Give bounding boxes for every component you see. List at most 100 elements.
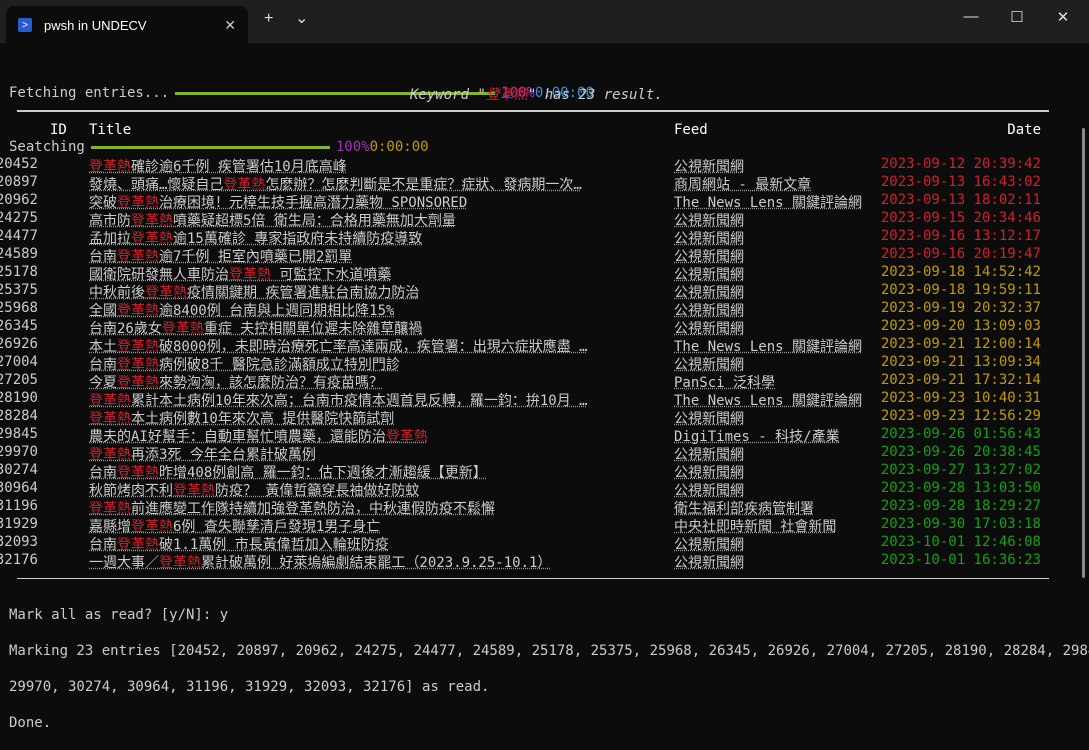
title-text: 台南 [89, 465, 117, 481]
text: Keyword " [410, 87, 486, 103]
entry-title-link[interactable]: 全國登革熱逾8400例 台南與上週同期相比降15% [89, 300, 394, 320]
entry-feed-link[interactable]: DigiTimes - 科技/產業 [674, 426, 840, 446]
entry-title-link[interactable]: 孟加拉登革熱逾15萬確診 專家指政府未持續防疫導致 [89, 228, 422, 248]
progress-bar [90, 145, 330, 149]
title-text: 累計破萬例 好萊塢編劇結束罷工（2023.9.25-10.1） [201, 555, 552, 571]
entry-feed-link[interactable]: 商周網站 - 最新文章 [674, 174, 811, 194]
entry-title-link[interactable]: 台南登革熱病例破8千 醫院急診滿額成立特別門診 [89, 354, 400, 374]
entry-title-link[interactable]: 嘉縣增登革熱6例 查失聯孳清戶發現1男子身亡 [89, 516, 380, 536]
tab-title: pwsh in UNDECV [44, 17, 147, 33]
entry-id: 24275 [0, 210, 38, 226]
entry-feed-link[interactable]: 公視新聞網 [674, 462, 744, 482]
entry-feed-link[interactable]: 公視新聞網 [674, 480, 744, 500]
entry-feed-link[interactable]: 公視新聞網 [674, 246, 744, 266]
entry-date: 2023-09-20 13:09:03 [880, 318, 1041, 334]
entry-feed-link[interactable]: 公視新聞網 [674, 210, 744, 230]
entry-date: 2023-09-21 13:09:34 [880, 354, 1041, 370]
table-row: 24477 孟加拉登革熱逾15萬確診 專家指政府未持續防疫導致 公視新聞網 2023-… [0, 228, 1060, 248]
entry-title-link[interactable]: 高市防登革熱噴藥疑超標5倍 衛生局：合格用藥無加大劑量 [89, 210, 456, 230]
table-row: 28190 登革熱累計本土病例10年來次高；台南市疫情本週首見反轉，羅一鈞：拚10… [0, 390, 1060, 410]
entry-title-link[interactable]: 秋節烤肉不利登革熱防疫？ 黃偉哲籲穿長袖做好防蚊 [89, 480, 419, 500]
title-text: 來勢洶洶，該怎麼防治？有疫苗嗎？ [159, 375, 383, 391]
title-keyword: 登革熱 [131, 231, 173, 247]
close-button[interactable]: ✕ [1040, 8, 1086, 26]
entry-feed-link[interactable]: 衛生福利部疾病管制署 [674, 498, 814, 518]
entry-title-link[interactable]: 農夫的AI好幫手：自動車幫忙噴農藥，還能防治登革熱 [89, 426, 428, 446]
dropdown-button[interactable]: ⌄ [295, 8, 308, 28]
minimize-button[interactable]: — [948, 8, 994, 25]
entry-feed-link[interactable]: 公視新聞網 [674, 264, 744, 284]
entry-feed-link[interactable]: 公視新聞網 [674, 444, 744, 464]
entry-id: 32176 [0, 552, 38, 568]
table-row: 27004 台南登革熱病例破8千 醫院急診滿額成立特別門診 公視新聞網 2023-09… [0, 354, 1060, 374]
title-text: 確診逾6千例 疾管署估10月底高峰 [131, 159, 347, 175]
title-keyword: 登革熱 [117, 537, 159, 553]
title-text: 台南 [89, 537, 117, 553]
entry-title-link[interactable]: 發燒、頭痛…懷疑自己登革熱怎麼辦？怎麼判斷是不是重症？症狀、發病期一次… [89, 174, 582, 194]
entry-feed-link[interactable]: 公視新聞網 [674, 408, 744, 428]
entry-feed-link[interactable]: 中央社即時新聞 社會新聞 [674, 516, 836, 536]
entry-title-link[interactable]: 台南登革熱昨增408例創高 羅一鈞：估下週後才漸趨緩【更新】 [89, 462, 487, 482]
powershell-icon: > [18, 18, 32, 32]
entry-feed-link[interactable]: The News Lens 關鍵評論網 [674, 336, 862, 356]
entry-feed-link[interactable]: 公視新聞網 [674, 552, 744, 572]
title-keyword: 登革熱 [159, 555, 201, 571]
title-keyword: 登革熱 [89, 159, 131, 175]
entry-feed-link[interactable]: 公視新聞網 [674, 300, 744, 320]
header-date: Date [1007, 122, 1041, 138]
table-row: 24589 台南登革熱逾7千例 拒室內噴藥已開2罰單 公視新聞網 2023-09-16… [0, 246, 1060, 266]
title-text: 治療困境！元樟生技手握高潛力藥物 SPONSORED [159, 195, 468, 211]
title-text: 台南26歲女 [89, 321, 162, 337]
entry-title-link[interactable]: 本土登革熱破8000例，未即時治療死亡率高達兩成，疾管署：出現六症狀應盡 … [89, 336, 588, 356]
title-keyword: 登革熱 [117, 303, 159, 319]
entry-feed-link[interactable]: 公視新聞網 [674, 354, 744, 374]
entry-feed-link[interactable]: 公視新聞網 [674, 318, 744, 338]
entry-title-link[interactable]: 登革熱累計本土病例10年來次高；台南市疫情本週首見反轉，羅一鈞：拚10月 … [89, 390, 588, 410]
entry-feed-link[interactable]: The News Lens 關鍵評論網 [674, 192, 862, 212]
tab-close-icon[interactable]: ✕ [224, 17, 236, 34]
entry-title-link[interactable]: 一週大事／登革熱累計破萬例 好萊塢編劇結束罷工（2023.9.25-10.1） [89, 552, 551, 572]
title-text: 怎麼辦？怎麼判斷是不是重症？症狀、發病期一次… [265, 177, 582, 193]
entry-title-link[interactable]: 今夏登革熱來勢洶洶，該怎麼防治？有疫苗嗎？ [89, 372, 383, 392]
entry-title-link[interactable]: 登革熱本土病例數10年來次高 提供醫院快篩試劑 [89, 408, 394, 428]
entry-title-link[interactable]: 突破登革熱治療困境！元樟生技手握高潛力藥物 SPONSORED [89, 192, 467, 212]
entry-date: 2023-09-26 01:56:43 [880, 426, 1041, 442]
entry-title-link[interactable]: 登革熱確診逾6千例 疾管署估10月底高峰 [89, 156, 347, 176]
entry-title-link[interactable]: 登革熱再添3死 今年全台累計破萬例 [89, 444, 316, 464]
title-keyword: 登革熱 [117, 339, 159, 355]
entry-title-link[interactable]: 台南登革熱破1.1萬例 市長黃偉哲加入輪班防疫 [89, 534, 389, 554]
title-text: 農夫的AI好幫手：自動車幫忙噴農藥，還能防治 [89, 429, 386, 445]
table-row: 25968 全國登革熱逾8400例 台南與上週同期相比降15% 公視新聞網 2023-… [0, 300, 1060, 320]
entry-title-link[interactable]: 登革熱前進應變工作隊持續加強登革熱防治，中秋連假防疫不鬆懈 [89, 498, 495, 518]
entry-id: 31929 [0, 516, 38, 532]
entry-feed-link[interactable]: PanSci 泛科學 [674, 372, 775, 392]
entry-title-link[interactable]: 國衛院研發無人車防治登革熱 可監控下水道噴藥 [89, 264, 391, 284]
terminal-tab[interactable]: > pwsh in UNDECV ✕ [6, 6, 248, 44]
title-text: 國衛院研發無人車防治 [89, 267, 229, 283]
progress-label: Fetching entries... [9, 85, 170, 101]
entry-id: 25375 [0, 282, 38, 298]
maximize-button[interactable]: ☐ [994, 8, 1040, 26]
title-keyword: 登革熱 [89, 447, 131, 463]
new-tab-button[interactable]: + [264, 10, 273, 28]
entry-title-link[interactable]: 台南26歲女登革熱重症 夫控相關單位遲未除雜草釀禍 [89, 318, 422, 338]
entry-feed-link[interactable]: 公視新聞網 [674, 534, 744, 554]
title-text: 台南 [89, 357, 117, 373]
title-keyword: 登革熱 [117, 195, 159, 211]
entry-title-link[interactable]: 中秋前後登革熱疫情關鍵期 疾管署進駐台南協力防治 [89, 282, 419, 302]
progress-percent: 100% [335, 139, 370, 155]
title-text: 中秋前後 [89, 285, 145, 301]
scrollbar[interactable] [1082, 128, 1085, 578]
title-text: 重症 夫控相關單位遲未除雜草釀禍 [203, 321, 423, 337]
progress-time: 0:00:00 [369, 139, 429, 155]
entry-feed-link[interactable]: The News Lens 關鍵評論網 [674, 390, 862, 410]
entry-date: 2023-10-01 12:46:08 [880, 534, 1041, 550]
table-row: 24275 高市防登革熱噴藥疑超標5倍 衛生局：合格用藥無加大劑量 公視新聞網 202… [0, 210, 1060, 230]
entry-title-link[interactable]: 台南登革熱逾7千例 拒室內噴藥已開2罰單 [89, 246, 352, 266]
entry-date: 2023-09-19 20:32:37 [880, 300, 1041, 316]
entry-feed-link[interactable]: 公視新聞網 [674, 228, 744, 248]
entry-feed-link[interactable]: 公視新聞網 [674, 282, 744, 302]
mark-prompt: Mark all as read? [y/N]: y [9, 607, 229, 623]
table-row: 26345 台南26歲女登革熱重症 夫控相關單位遲未除雜草釀禍 公視新聞網 2023-… [0, 318, 1060, 338]
entry-feed-link[interactable]: 公視新聞網 [674, 156, 744, 176]
